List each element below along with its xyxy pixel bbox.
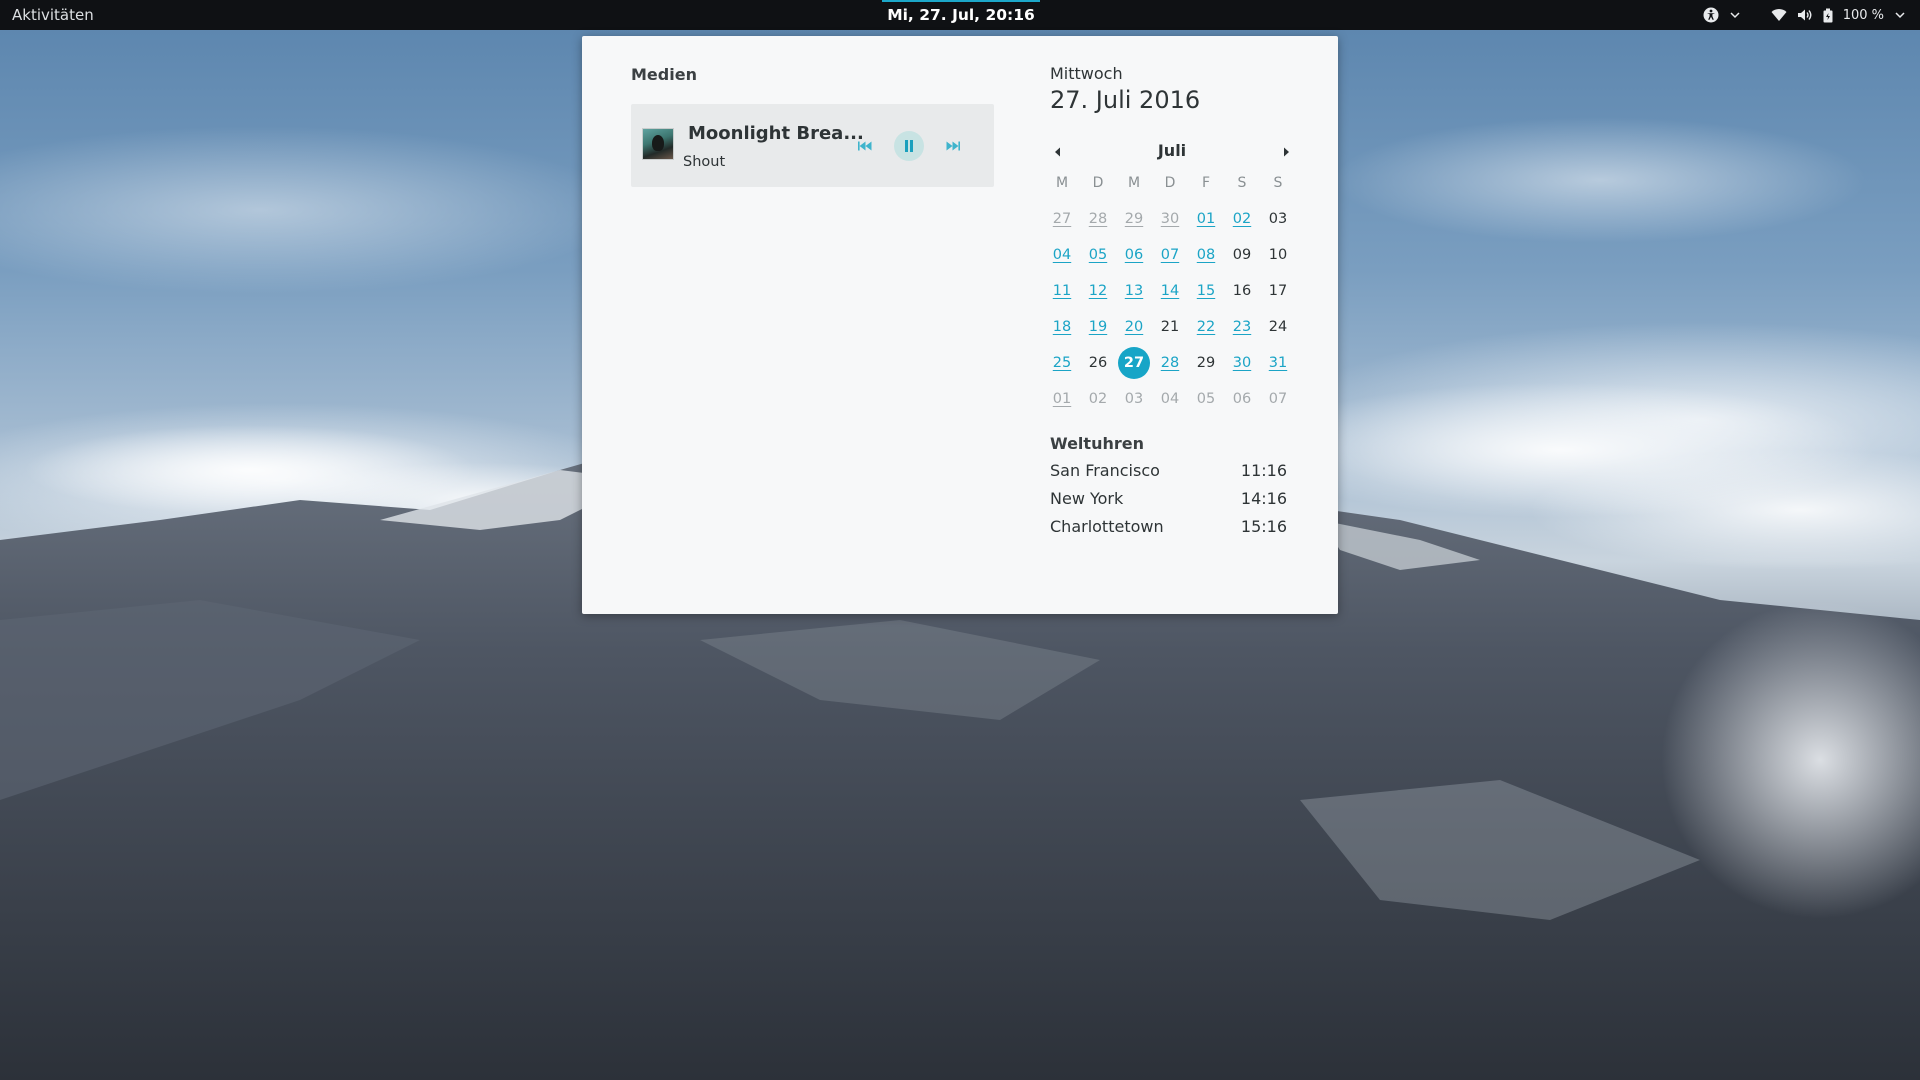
skip-back-icon — [858, 141, 872, 151]
calendar-day[interactable]: 09 — [1224, 237, 1260, 273]
calendar-day[interactable]: 18 — [1044, 309, 1080, 345]
month-navigation: Juli — [1050, 136, 1294, 166]
next-track-button[interactable] — [938, 131, 968, 161]
calendar-day-headers: M D M D F S S — [1044, 165, 1296, 201]
day-header: M — [1055, 175, 1069, 191]
system-tray[interactable]: 100 % — [1703, 0, 1906, 30]
calendar-day-today[interactable]: 27 — [1116, 345, 1152, 381]
calendar-day-number: 27 — [1123, 355, 1145, 371]
calendar-day[interactable]: 30 — [1224, 345, 1260, 381]
calendar-day[interactable]: 13 — [1116, 273, 1152, 309]
previous-track-button[interactable] — [850, 131, 880, 161]
calendar-day[interactable]: 07 — [1152, 237, 1188, 273]
calendar-day[interactable]: 14 — [1152, 273, 1188, 309]
world-clock-row[interactable]: Charlottetown 15:16 — [1050, 517, 1287, 541]
calendar-day[interactable]: 07 — [1260, 381, 1296, 417]
calendar-day[interactable]: 31 — [1260, 345, 1296, 381]
battery-icon[interactable] — [1823, 0, 1833, 30]
calendar-day[interactable]: 29 — [1116, 201, 1152, 237]
track-title: Moonlight Brea... — [688, 123, 864, 144]
world-clocks-heading[interactable]: Weltuhren — [1050, 434, 1144, 453]
world-clock-city: Charlottetown — [1050, 517, 1164, 536]
media-heading: Medien — [631, 65, 697, 84]
track-artist: Shout — [683, 154, 726, 170]
world-clock-row[interactable]: New York 14:16 — [1050, 489, 1287, 513]
calendar-day[interactable]: 02 — [1224, 201, 1260, 237]
album-cover — [642, 128, 674, 160]
calendar-day[interactable]: 29 — [1188, 345, 1224, 381]
chevron-down-icon[interactable] — [1729, 0, 1741, 30]
calendar-day[interactable]: 23 — [1224, 309, 1260, 345]
top-bar: Aktivitäten Mi, 27. Jul, 20:16 100 % — [0, 0, 1920, 30]
current-date[interactable]: 27. Juli 2016 — [1050, 86, 1200, 114]
calendar-day[interactable]: 03 — [1116, 381, 1152, 417]
volume-icon[interactable] — [1797, 0, 1813, 30]
calendar-day[interactable]: 10 — [1260, 237, 1296, 273]
calendar-day[interactable]: 27 — [1044, 201, 1080, 237]
day-header: S — [1273, 175, 1283, 191]
calendar-day[interactable]: 12 — [1080, 273, 1116, 309]
arrow-right-icon — [1284, 147, 1289, 157]
system-menu-chevron-icon[interactable] — [1894, 0, 1906, 30]
date-time-menu-button[interactable]: Mi, 27. Jul, 20:16 — [882, 0, 1040, 30]
world-clock-time: 14:16 — [1240, 489, 1287, 508]
wifi-icon[interactable] — [1771, 0, 1787, 30]
calendar-day[interactable]: 28 — [1080, 201, 1116, 237]
calendar-day[interactable]: 01 — [1188, 201, 1224, 237]
world-clock-time: 15:16 — [1240, 517, 1287, 536]
calendar-day[interactable]: 26 — [1080, 345, 1116, 381]
calendar-day[interactable]: 25 — [1044, 345, 1080, 381]
calendar-day[interactable]: 21 — [1152, 309, 1188, 345]
battery-percentage: 100 % — [1842, 7, 1884, 23]
calendar-day[interactable]: 11 — [1044, 273, 1080, 309]
calendar-weeks: 27 28 29 30 01 02 03 04 05 06 07 08 09 10 11 12 13 14 15 16… — [1044, 201, 1296, 417]
calendar-day[interactable]: 20 — [1116, 309, 1152, 345]
calendar-day[interactable]: 17 — [1260, 273, 1296, 309]
day-header: M — [1127, 175, 1141, 191]
wallpaper-cloud — [1660, 600, 1920, 920]
calendar-day[interactable]: 24 — [1260, 309, 1296, 345]
calendar-week-row: 25 26 27 28 29 30 31 — [1044, 345, 1296, 381]
calendar-week-row: 04 05 06 07 08 09 10 — [1044, 237, 1296, 273]
calendar-day[interactable]: 08 — [1188, 237, 1224, 273]
calendar-day[interactable]: 02 — [1080, 381, 1116, 417]
world-clock-city: San Francisco — [1050, 461, 1160, 480]
world-clock-time: 11:16 — [1240, 461, 1287, 480]
calendar-day[interactable]: 04 — [1044, 237, 1080, 273]
calendar-popover: Medien Moonlight Brea... Shout Mittwoch … — [582, 36, 1338, 614]
media-player[interactable]: Moonlight Brea... Shout — [631, 104, 994, 187]
day-header: D — [1092, 175, 1104, 191]
pause-icon — [905, 140, 913, 152]
next-month-button[interactable] — [1278, 144, 1294, 160]
calendar-week-row: 11 12 13 14 15 16 17 — [1044, 273, 1296, 309]
play-pause-button[interactable] — [894, 131, 924, 161]
calendar-day[interactable]: 30 — [1152, 201, 1188, 237]
calendar-day[interactable]: 15 — [1188, 273, 1224, 309]
calendar-day[interactable]: 06 — [1224, 381, 1260, 417]
activities-button[interactable]: Aktivitäten — [12, 0, 94, 30]
world-clock-city: New York — [1050, 489, 1124, 508]
current-weekday[interactable]: Mittwoch — [1050, 64, 1123, 83]
calendar-day[interactable]: 06 — [1116, 237, 1152, 273]
calendar-week-row: 18 19 20 21 22 23 24 — [1044, 309, 1296, 345]
calendar-day[interactable]: 03 — [1260, 201, 1296, 237]
month-label: Juli — [1157, 141, 1187, 160]
calendar-week-row: 27 28 29 30 01 02 03 — [1044, 201, 1296, 237]
skip-forward-icon — [946, 141, 960, 151]
calendar-day[interactable]: 05 — [1188, 381, 1224, 417]
calendar-day[interactable]: 16 — [1224, 273, 1260, 309]
calendar-day[interactable]: 22 — [1188, 309, 1224, 345]
calendar-day[interactable]: 19 — [1080, 309, 1116, 345]
day-header: F — [1201, 175, 1211, 191]
day-header: S — [1237, 175, 1247, 191]
calendar-day[interactable]: 28 — [1152, 345, 1188, 381]
calendar-day[interactable]: 01 — [1044, 381, 1080, 417]
day-header: D — [1164, 175, 1176, 191]
world-clock-row[interactable]: San Francisco 11:16 — [1050, 461, 1287, 485]
calendar-grid: M D M D F S S 27 28 29 30 01 02 03 04 05 06 07 08 09… — [1044, 165, 1296, 417]
calendar-week-row: 01 02 03 04 05 06 07 — [1044, 381, 1296, 417]
accessibility-icon[interactable] — [1703, 0, 1719, 30]
calendar-day[interactable]: 05 — [1080, 237, 1116, 273]
calendar-day[interactable]: 04 — [1152, 381, 1188, 417]
